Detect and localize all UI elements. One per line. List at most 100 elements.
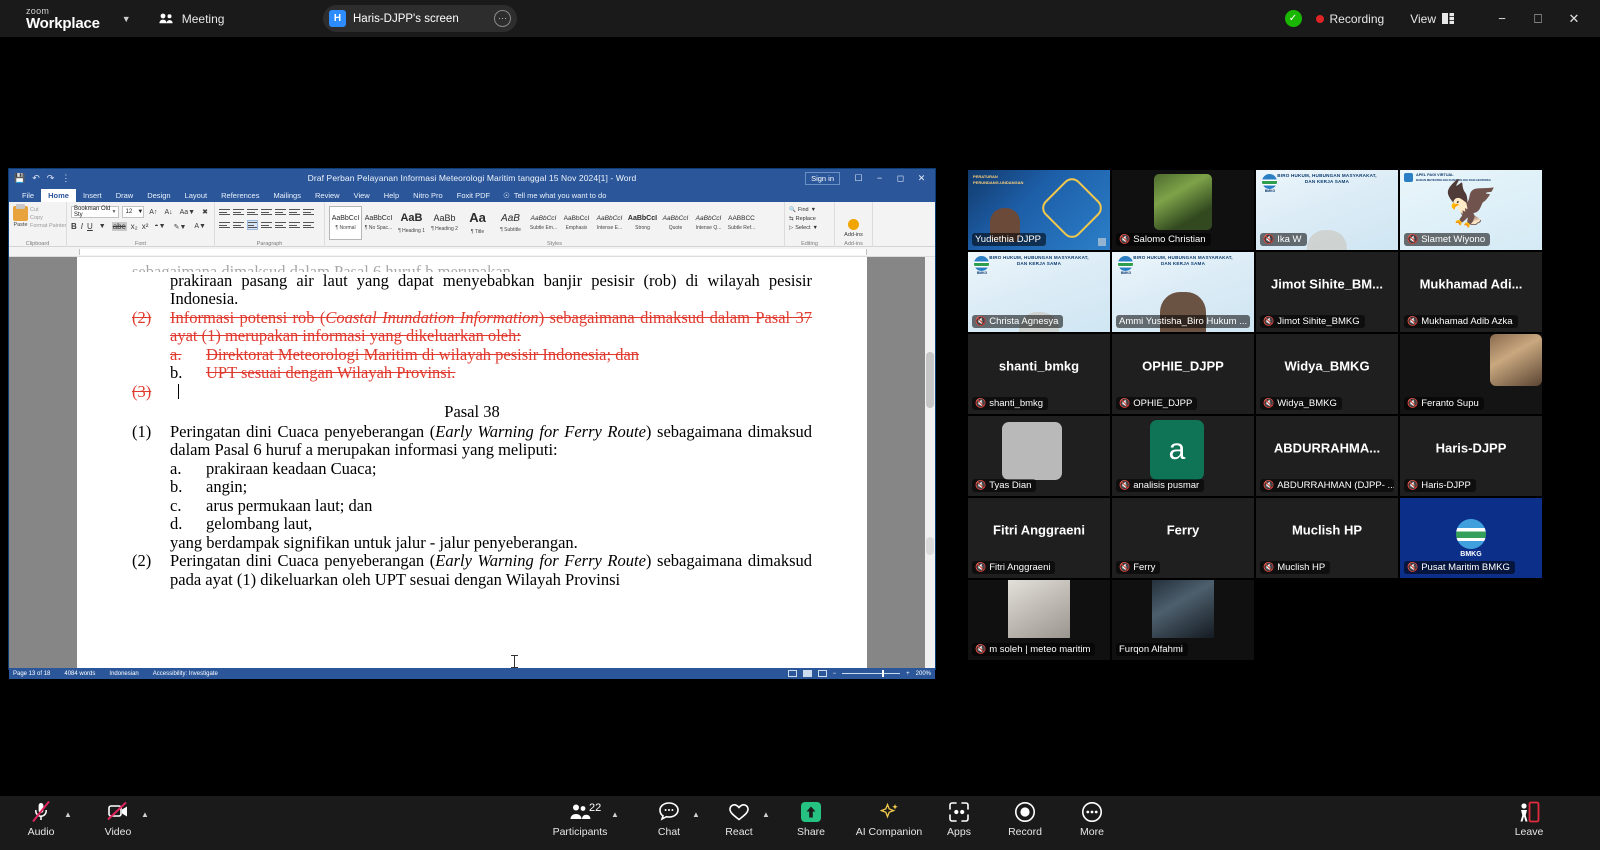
format-painter-button[interactable]: Format Painter — [30, 223, 66, 229]
word-tab-design[interactable]: Design — [140, 189, 177, 202]
web-layout-icon[interactable] — [818, 670, 827, 677]
shrink-font-icon[interactable]: A↓ — [162, 209, 174, 216]
document-vertical-scrollbar[interactable] — [925, 257, 935, 668]
align-right-icon[interactable] — [261, 220, 272, 230]
participant-tile[interactable]: 🔇Tyas Dian — [968, 416, 1110, 496]
status-language[interactable]: Indonesian — [109, 671, 138, 677]
status-accessibility[interactable]: Accessibility: Investigate — [153, 671, 218, 677]
style-item-11[interactable]: AaBbCcIIntense Q... — [692, 206, 725, 240]
document-page[interactable]: sebagaimana dimaksud dalam Pasal 6 huruf… — [77, 257, 867, 668]
find-button[interactable]: 🔍 Find ▼ — [789, 204, 830, 213]
numbered-list-icon[interactable] — [233, 207, 244, 217]
underline-dropdown-icon[interactable]: ▼ — [97, 223, 108, 230]
chevron-up-icon[interactable]: ▲ — [692, 810, 700, 819]
close-icon[interactable]: ✕ — [1556, 0, 1592, 37]
word-tab-layout[interactable]: Layout — [178, 189, 215, 202]
word-close-icon[interactable]: ✕ — [911, 169, 932, 187]
word-document-area[interactable]: sebagaimana dimaksud dalam Pasal 6 huruf… — [9, 257, 935, 668]
replace-button[interactable]: ⇆ Replace — [789, 213, 830, 222]
line-spacing-icon[interactable] — [275, 220, 286, 230]
toolbar-video-button[interactable]: Video — [84, 800, 152, 838]
clear-formatting-icon[interactable]: ✖ — [200, 208, 210, 216]
superscript-icon[interactable]: x² — [142, 222, 149, 231]
align-left-icon[interactable] — [219, 220, 230, 230]
change-case-icon[interactable]: Aa▼ — [178, 209, 198, 216]
font-name-combo[interactable]: Bookman Old Sty ▼ — [71, 206, 119, 218]
word-tab-references[interactable]: References — [214, 189, 266, 202]
word-tab-review[interactable]: Review — [308, 189, 347, 202]
participant-tile[interactable]: PERATURANPERUNDANG-UNDANGANYudiethia DJP… — [968, 170, 1110, 250]
word-tab-view[interactable]: View — [347, 189, 377, 202]
participant-tile[interactable]: 🔇Feranto Supu — [1400, 334, 1542, 414]
grow-font-icon[interactable]: A↑ — [147, 209, 159, 216]
chevron-up-icon[interactable]: ▲ — [141, 810, 149, 819]
toolbar-more-button[interactable]: More — [1058, 800, 1126, 838]
view-button[interactable]: View — [1410, 12, 1454, 26]
minimize-icon[interactable]: − — [1484, 0, 1520, 37]
toolbar-audio-button[interactable]: Audio — [7, 800, 75, 838]
shading-icon[interactable] — [289, 220, 300, 230]
word-horizontal-ruler[interactable] — [9, 247, 935, 257]
decrease-indent-icon[interactable] — [261, 207, 272, 217]
toolbar-participants-button[interactable]: Participants — [546, 800, 614, 838]
font-size-combo[interactable]: 12 ▼ — [122, 206, 144, 218]
participant-tile[interactable]: Muclish HP🔇Muclish HP — [1256, 498, 1398, 578]
word-tab-home[interactable]: Home — [41, 189, 76, 202]
more-horizontal-icon[interactable]: ⋯ — [494, 10, 511, 27]
status-word-count[interactable]: 4084 words — [64, 671, 95, 677]
participant-tile[interactable]: Jimot Sihite_BM...🔇Jimot Sihite_BMKG — [1256, 252, 1398, 332]
meeting-tab[interactable]: Meeting — [159, 12, 225, 26]
styles-gallery[interactable]: AaBbCcI¶ NormalAaBbCcI¶ No Spac...AaB¶ H… — [329, 204, 780, 240]
word-tab-file[interactable]: File — [15, 189, 41, 202]
toolbar-ai-companion-button[interactable]: AI Companion — [855, 800, 923, 838]
increase-indent-icon[interactable] — [275, 207, 286, 217]
word-restore-icon[interactable]: ◻ — [890, 169, 911, 187]
scrollbar-thumb-secondary[interactable] — [926, 537, 934, 555]
style-item-9[interactable]: AaBbCcIStrong — [626, 206, 659, 240]
style-item-8[interactable]: AaBbCcIIntense E... — [593, 206, 626, 240]
word-tab-insert[interactable]: Insert — [76, 189, 109, 202]
copy-button[interactable]: Copy — [30, 215, 66, 221]
bullet-list-icon[interactable] — [219, 207, 230, 217]
select-button[interactable]: ▷ Select ▼ — [789, 222, 830, 231]
borders-icon[interactable] — [303, 220, 314, 230]
text-effects-icon[interactable]: ◓▼ — [152, 223, 167, 230]
tell-me-search[interactable]: ☉ Tell me what you want to do — [497, 189, 612, 202]
participant-tile[interactable]: 🔇Salomo Christian — [1112, 170, 1254, 250]
recording-indicator[interactable]: Recording — [1316, 12, 1385, 26]
participant-tile[interactable]: Ferry🔇Ferry — [1112, 498, 1254, 578]
participant-tile[interactable]: Widya_BMKG🔇Widya_BMKG — [1256, 334, 1398, 414]
participant-tile[interactable]: Mukhamad Adi...🔇Mukhamad Adib Azka — [1400, 252, 1542, 332]
zoom-slider[interactable] — [842, 673, 900, 674]
style-item-4[interactable]: Aa¶ Title — [461, 206, 494, 240]
ribbon-display-icon[interactable]: ☐ — [848, 169, 869, 187]
status-page-indicator[interactable]: Page 13 of 18 — [13, 671, 50, 677]
cut-button[interactable]: Cut — [30, 207, 66, 213]
addins-label[interactable]: Add-ins — [844, 232, 863, 238]
toolbar-react-button[interactable]: React — [705, 800, 773, 838]
participant-tile[interactable]: BMKGBIRO HUKUM, HUBUNGAN MASYARAKAT,DAN … — [968, 252, 1110, 332]
style-item-3[interactable]: AaBb¶ Heading 2 — [428, 206, 461, 240]
align-justify-icon[interactable] — [247, 220, 258, 230]
toolbar-apps-button[interactable]: Apps — [925, 800, 993, 838]
word-tab-help[interactable]: Help — [377, 189, 406, 202]
multilevel-list-icon[interactable] — [247, 207, 258, 217]
restore-icon[interactable]: ⎕ — [1520, 0, 1556, 37]
style-item-7[interactable]: AaBbCcIEmphasis — [560, 206, 593, 240]
style-item-12[interactable]: AABBCCSubtle Ref... — [725, 206, 758, 240]
zoom-slider-knob[interactable] — [882, 670, 884, 677]
word-sign-in-button[interactable]: Sign in — [805, 172, 840, 185]
participant-tile[interactable]: APEL PAGI VIRTUALBADAN METEOROLOGI KLIMA… — [1400, 170, 1542, 250]
participant-tile[interactable]: Fitri Anggraeni🔇Fitri Anggraeni — [968, 498, 1110, 578]
participant-tile[interactable]: BMKGBIRO HUKUM, HUBUNGAN MASYARAKAT,DAN … — [1256, 170, 1398, 250]
subscript-icon[interactable]: x₂ — [131, 222, 138, 231]
toolbar-chat-button[interactable]: Chat — [635, 800, 703, 838]
shared-screen-pill[interactable]: H Haris-DJPP's screen ⋯ — [323, 5, 517, 32]
participant-tile[interactable]: Furqon Alfahmi — [1112, 580, 1254, 660]
print-layout-icon[interactable] — [803, 670, 812, 677]
chevron-up-icon[interactable]: ▲ — [762, 810, 770, 819]
highlight-icon[interactable]: ✎▼ — [172, 223, 189, 231]
show-marks-icon[interactable] — [303, 207, 314, 217]
sort-icon[interactable] — [289, 207, 300, 217]
chevron-up-icon[interactable]: ▲ — [611, 810, 619, 819]
